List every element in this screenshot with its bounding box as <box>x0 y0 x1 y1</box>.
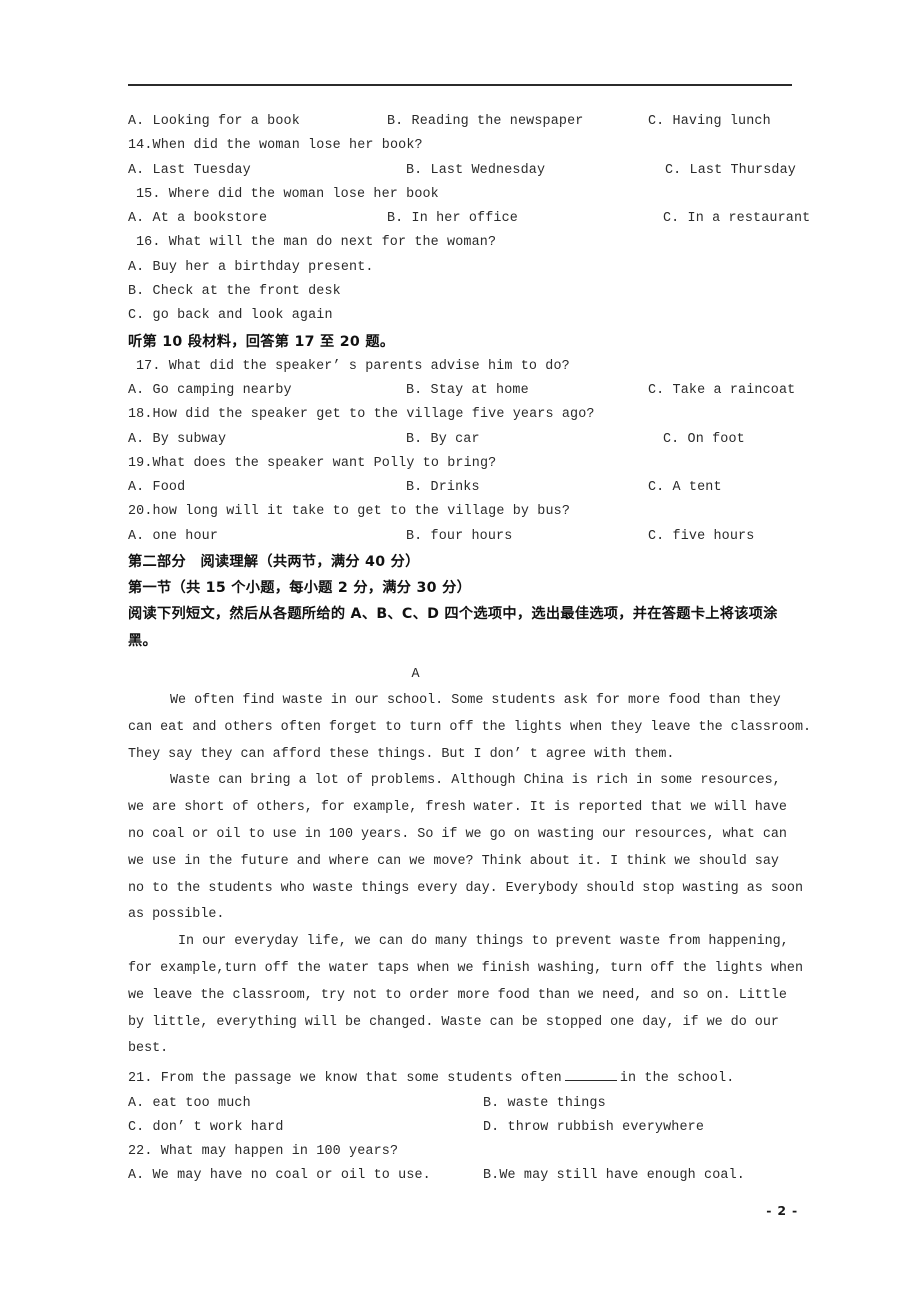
q19-option-a: A. Food <box>128 480 186 496</box>
question-19-options-row: A. Food B. Drinks C. A tent <box>128 476 793 500</box>
question-14-options-row: A. Last Tuesday B. Last Wednesday C. Las… <box>128 159 796 183</box>
q14-option-a: A. Last Tuesday <box>128 162 251 178</box>
q18-option-a: A. By subway <box>128 431 227 447</box>
reading-instructions: 阅读下列短文，然后从各题所给的 A、B、C、D 四个选项中，选出最佳选项，并在答… <box>128 606 778 650</box>
question-16-option-a-row: A. Buy her a birthday present. <box>128 256 793 280</box>
passage-line: We often find waste in our school. Some … <box>170 693 781 709</box>
q20-option-a: A. one hour <box>128 528 219 544</box>
q21-option-d: D. throw rubbish everywhere <box>483 1119 705 1135</box>
passage-a-paragraph-2: Waste can bring a lot of problems. Altho… <box>128 768 803 929</box>
question-20-options-row: A. one hour B. four hours C. five hours <box>128 525 793 549</box>
question-15-stem-row: 15. Where did the woman lose her book <box>128 183 793 207</box>
q19-option-c: C. A tent <box>648 480 722 496</box>
header-divider-rule <box>128 84 792 86</box>
question-17-stem-row: 17. What did the speaker’ s parents advi… <box>128 355 793 379</box>
q17-option-c: C. Take a raincoat <box>648 382 796 398</box>
q20-stem: 20.how long will it take to get to the v… <box>128 504 571 520</box>
question-17-options-row: A. Go camping nearby B. Stay at home C. … <box>128 379 796 403</box>
q22-option-b: B.We may still have enough coal. <box>483 1168 745 1184</box>
q21-stem-after: in the school. <box>619 1071 735 1087</box>
passage-line: Waste can bring a lot of problems. Altho… <box>170 773 781 789</box>
q19-stem: 19.What does the speaker want Polly to b… <box>128 455 497 471</box>
reading-subsection-heading: 第一节（共 15 个小题，每小题 2 分，满分 30 分） <box>128 580 472 597</box>
question-18-options-row: A. By subway B. By car C. On foot <box>128 428 793 452</box>
q13-option-a: A. Looking for a book <box>128 114 300 129</box>
q21-option-b: B. waste things <box>483 1095 606 1111</box>
q21-option-a: A. eat too much <box>128 1095 251 1111</box>
q21-answer-blank <box>564 1068 617 1082</box>
passage-line: can eat and others often forget to turn … <box>128 719 812 735</box>
question-21-options-row-1: A. eat too much B. waste things <box>128 1092 793 1116</box>
passage-line: we leave the classroom, try not to order… <box>128 987 787 1003</box>
passage-label-a: A <box>411 667 420 683</box>
q18-stem: 18.How did the speaker get to the villag… <box>128 407 595 423</box>
passage-line: no to the students who waste things ever… <box>128 880 803 896</box>
question-22-stem-row: 22. What may happen in 100 years? <box>128 1140 793 1164</box>
exam-page: A. Looking for a book B. Reading the new… <box>0 0 920 1302</box>
q17-stem: 17. What did the speaker’ s parents advi… <box>136 358 570 374</box>
q20-option-c: C. five hours <box>648 528 755 544</box>
passage-line: we use in the future and where can we mo… <box>128 853 779 869</box>
passage-line: best. <box>128 1041 169 1057</box>
q22-option-a: A. We may have no coal or oil to use. <box>128 1168 431 1184</box>
question-19-stem-row: 19.What does the speaker want Polly to b… <box>128 452 793 476</box>
question-22-options-row: A. We may have no coal or oil to use. B.… <box>128 1164 793 1188</box>
listening-material-10-heading: 听第 10 段材料，回答第 17 至 20 题。 <box>128 333 395 350</box>
q16-option-a: A. Buy her a birthday present. <box>128 259 374 275</box>
question-15-options-row: A. At a bookstore B. In her office C. In… <box>128 207 810 231</box>
question-13-options-row: A. Looking for a book B. Reading the new… <box>128 110 793 134</box>
q15-option-a: A. At a bookstore <box>128 211 268 227</box>
q14-option-b: B. Last Wednesday <box>406 162 546 178</box>
q20-option-b: B. four hours <box>406 528 513 544</box>
q21-option-c: C. don’ t work hard <box>128 1119 284 1135</box>
q17-option-b: B. Stay at home <box>406 382 529 398</box>
q13-option-b: B. Reading the newspaper <box>387 114 584 129</box>
q16-option-c: C. go back and look again <box>128 308 333 324</box>
passage-a-paragraph-1: We often find waste in our school. Some … <box>128 688 812 768</box>
passage-line: we are short of others, for example, fre… <box>128 800 787 816</box>
q15-option-b: B. In her office <box>387 211 518 227</box>
passage-a-paragraph-3: In our everyday life, we can do many thi… <box>128 929 803 1063</box>
question-16-stem-row: 16. What will the man do next for the wo… <box>128 231 793 255</box>
passage-line: as possible. <box>128 907 225 923</box>
q14-stem: 14.When did the woman lose her book? <box>128 138 423 154</box>
page-number: - 2 - <box>766 1203 798 1218</box>
q18-option-b: B. By car <box>406 431 480 447</box>
reading-part-heading: 第二部分 阅读理解（共两节，满分 40 分） <box>128 554 420 571</box>
q15-option-c: C. In a restaurant <box>663 211 811 227</box>
passage-line: In our everyday life, we can do many thi… <box>178 934 789 950</box>
q14-option-c: C. Last Thursday <box>665 162 796 178</box>
question-18-stem-row: 18.How did the speaker get to the villag… <box>128 403 793 427</box>
passage-line: for example,turn off the water taps when… <box>128 961 803 977</box>
question-14-stem-row: 14.When did the woman lose her book? <box>128 134 793 158</box>
q22-stem: 22. What may happen in 100 years? <box>128 1144 399 1160</box>
question-16-option-c-row: C. go back and look again <box>128 304 793 328</box>
question-21-options-row-2: C. don’ t work hard D. throw rubbish eve… <box>128 1116 793 1140</box>
q16-stem: 16. What will the man do next for the wo… <box>136 235 497 251</box>
question-20-stem-row: 20.how long will it take to get to the v… <box>128 500 793 524</box>
passage-line: They say they can afford these things. B… <box>128 746 675 762</box>
question-21-stem-row: 21. From the passage we know that some s… <box>128 1067 793 1091</box>
page-content: A. Looking for a book B. Reading the new… <box>128 110 812 1189</box>
q19-option-b: B. Drinks <box>406 480 480 496</box>
q13-option-c: C. Having lunch <box>648 114 771 129</box>
q21-stem-before: 21. From the passage we know that some s… <box>128 1071 562 1087</box>
question-16-option-b-row: B. Check at the front desk <box>128 280 793 304</box>
passage-line: no coal or oil to use in 100 years. So i… <box>128 827 787 843</box>
passage-line: by little, everything will be changed. W… <box>128 1014 779 1030</box>
q15-stem: 15. Where did the woman lose her book <box>136 186 439 202</box>
q18-option-c: C. On foot <box>663 431 745 447</box>
q16-option-b: B. Check at the front desk <box>128 284 341 300</box>
q17-option-a: A. Go camping nearby <box>128 382 292 398</box>
